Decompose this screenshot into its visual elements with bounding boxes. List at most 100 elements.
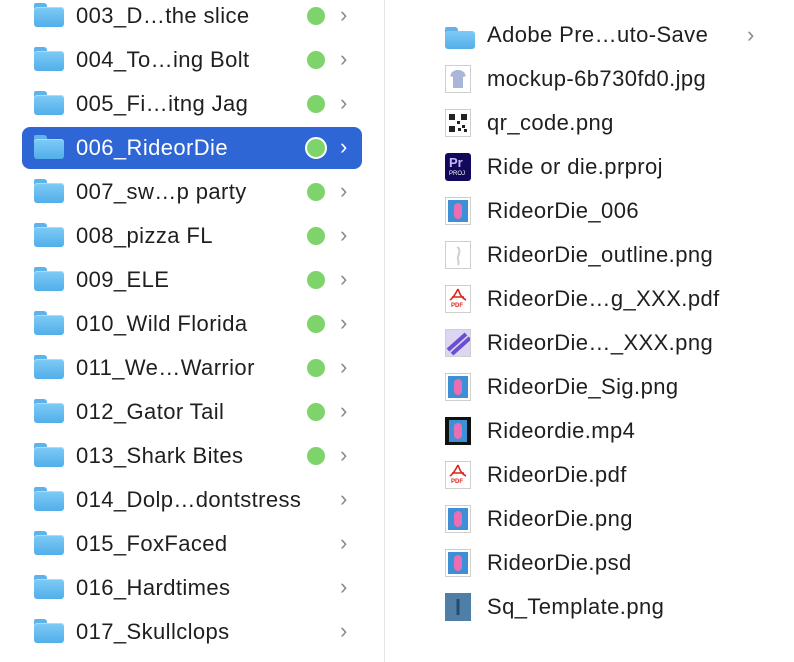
- folder-row[interactable]: 010_Wild Florida ›: [22, 303, 362, 345]
- folder-name: 005_Fi…itng Jag: [76, 91, 249, 116]
- green-tag-icon: [307, 183, 325, 201]
- file-row[interactable]: RideorDie…_XXX.png: [441, 323, 791, 363]
- premiere-proj-label: PROJ: [449, 171, 466, 177]
- folder-icon: [34, 135, 64, 159]
- green-tag-icon: [307, 227, 325, 245]
- file-row[interactable]: RideorDie.png: [441, 499, 791, 539]
- folder-name: 008_pizza FL: [76, 223, 213, 248]
- chevron-right-icon: ›: [340, 46, 348, 71]
- file-row[interactable]: RideorDie.psd: [441, 543, 791, 583]
- pdf-badge-label: PDF: [451, 303, 463, 309]
- folder-row[interactable]: 011_We…Warrior ›: [22, 347, 362, 389]
- folder-row[interactable]: 008_pizza FL ›: [22, 215, 362, 257]
- pdf-icon: PDF: [445, 285, 471, 313]
- green-tag-icon: [307, 271, 325, 289]
- file-name: RideorDie…_XXX.png: [487, 330, 714, 355]
- folder-icon: [34, 399, 64, 423]
- file-row[interactable]: mockup-6b730fd0.jpg: [441, 59, 791, 99]
- template-thumbnail-icon: [445, 593, 471, 621]
- folder-name: 009_ELE: [76, 267, 170, 292]
- file-row[interactable]: RideorDie_006: [441, 191, 791, 231]
- image-thumbnail-icon: [445, 197, 471, 225]
- file-row[interactable]: Rideordie.mp4: [441, 411, 791, 451]
- folder-row[interactable]: 012_Gator Tail ›: [22, 391, 362, 433]
- image-thumbnail-icon: [445, 505, 471, 533]
- folder-row[interactable]: 015_FoxFaced ›: [22, 523, 362, 565]
- chevron-right-icon: ›: [747, 22, 755, 47]
- chevron-right-icon: ›: [340, 398, 348, 423]
- file-name: RideorDie.pdf: [487, 462, 627, 487]
- premiere-project-icon: Pr PROJ: [445, 153, 471, 181]
- folder-icon: [34, 355, 64, 379]
- folder-icon: [34, 3, 64, 27]
- folder-row[interactable]: 014_Dolp…dontstress ›: [22, 479, 362, 521]
- file-name: Sq_Template.png: [487, 594, 665, 619]
- file-name: Rideordie.mp4: [487, 418, 636, 443]
- premiere-pr-label: Pr: [449, 155, 463, 170]
- folder-icon: [34, 443, 64, 467]
- shirt-thumbnail-icon: [445, 65, 471, 93]
- folder-name: 004_To…ing Bolt: [76, 47, 250, 72]
- file-name: RideorDie…g_XXX.pdf: [487, 286, 720, 311]
- image-thumbnail-icon: [445, 373, 471, 401]
- pdf-badge-label: PDF: [451, 479, 463, 485]
- file-row[interactable]: RideorDie_Sig.png: [441, 367, 791, 407]
- file-name: RideorDie_006: [487, 198, 639, 223]
- green-tag-icon: [307, 403, 325, 421]
- image-thumbnail-icon: [445, 549, 471, 577]
- green-tag-icon: [307, 95, 325, 113]
- folder-row[interactable]: 009_ELE ›: [22, 259, 362, 301]
- file-row[interactable]: PDF RideorDie.pdf: [441, 455, 791, 495]
- folder-list-column: 003_D…the slice › 004_To…ing Bolt › 005_Fi…i…: [0, 0, 384, 662]
- folder-name: 016_Hardtimes: [76, 575, 231, 600]
- chevron-right-icon: ›: [340, 134, 348, 159]
- qr-code-icon: [445, 109, 471, 137]
- chevron-right-icon: ›: [340, 310, 348, 335]
- outline-thumbnail-icon: [445, 241, 471, 269]
- folder-row[interactable]: 016_Hardtimes ›: [22, 567, 362, 609]
- folder-row[interactable]: 005_Fi…itng Jag ›: [22, 83, 362, 125]
- chevron-right-icon: ›: [340, 2, 348, 27]
- folder-icon: [34, 531, 64, 555]
- green-tag-icon: [307, 51, 325, 69]
- green-tag-icon: [307, 359, 325, 377]
- folder-icon: [34, 47, 64, 71]
- folder-row[interactable]: 013_Shark Bites ›: [22, 435, 362, 477]
- folder-icon: [34, 311, 64, 335]
- folder-row[interactable]: 003_D…the slice ›: [22, 0, 362, 37]
- folder-name: 006_RideorDie: [76, 135, 228, 160]
- file-name: RideorDie_outline.png: [487, 242, 714, 267]
- pdf-icon: PDF: [445, 461, 471, 489]
- file-row[interactable]: Pr PROJ Ride or die.prproj: [441, 147, 791, 187]
- chevron-right-icon: ›: [340, 354, 348, 379]
- folder-row[interactable]: 004_To…ing Bolt ›: [22, 39, 362, 81]
- file-row[interactable]: Sq_Template.png: [441, 587, 791, 627]
- green-tag-icon: [307, 7, 325, 25]
- folder-icon: [34, 267, 64, 291]
- folder-name: 011_We…Warrior: [76, 355, 255, 380]
- folder-icon: [34, 223, 64, 247]
- chevron-right-icon: ›: [340, 266, 348, 291]
- file-row[interactable]: PDF RideorDie…g_XXX.pdf: [441, 279, 791, 319]
- chevron-right-icon: ›: [340, 442, 348, 467]
- green-tag-icon: [305, 137, 327, 159]
- chevron-right-icon: ›: [340, 90, 348, 115]
- chevron-right-icon: ›: [340, 618, 348, 643]
- file-row[interactable]: Adobe Pre…uto-Save ›: [441, 15, 791, 55]
- folder-row[interactable]: 017_Skullclops ›: [22, 611, 362, 653]
- file-row[interactable]: RideorDie_outline.png: [441, 235, 791, 275]
- file-name: mockup-6b730fd0.jpg: [487, 66, 707, 91]
- green-tag-icon: [307, 315, 325, 333]
- folder-name: 010_Wild Florida: [76, 311, 248, 336]
- file-row[interactable]: qr_code.png: [441, 103, 791, 143]
- chevron-right-icon: ›: [340, 178, 348, 203]
- file-name: RideorDie_Sig.png: [487, 374, 679, 399]
- folder-icon: [34, 91, 64, 115]
- folder-name: 014_Dolp…dontstress: [76, 487, 302, 512]
- pattern-thumbnail-icon: [445, 329, 471, 357]
- green-tag-icon: [307, 447, 325, 465]
- folder-row[interactable]: 007_sw…p party ›: [22, 171, 362, 213]
- folder-name: 017_Skullclops: [76, 619, 230, 644]
- chevron-right-icon: ›: [340, 574, 348, 599]
- folder-row[interactable]: 006_RideorDie ›: [22, 127, 362, 169]
